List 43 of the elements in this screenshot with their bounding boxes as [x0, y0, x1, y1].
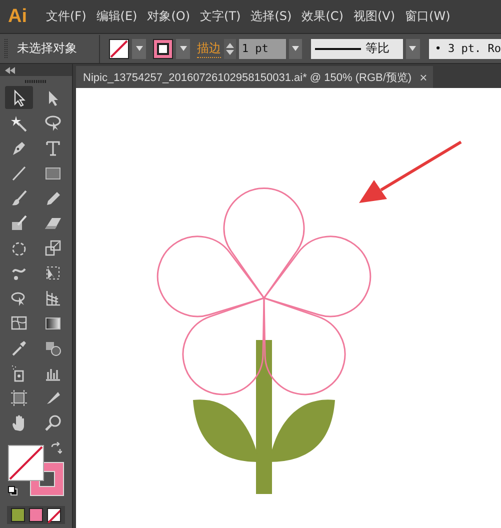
selection-status: 未选择对象 [16, 40, 78, 57]
eyedropper-icon [10, 338, 28, 356]
document-tab[interactable]: Nipic_13754257_20160726102958150031.ai* @ 150% (RGB/预览) × [76, 66, 434, 88]
color-mode-button[interactable] [11, 508, 25, 522]
search-icon [44, 414, 62, 432]
swap-icon[interactable] [50, 442, 62, 454]
type-icon [44, 138, 62, 156]
grip-icon [4, 38, 8, 58]
grip-icon [25, 80, 47, 83]
fill-box[interactable] [8, 445, 44, 481]
selection-tool[interactable] [5, 86, 33, 109]
collapse-icon[interactable] [5, 66, 15, 74]
blob-brush-icon [10, 214, 28, 232]
fill-swatch[interactable] [109, 38, 130, 58]
paintbrush-icon [10, 188, 28, 206]
stroke-swatch[interactable] [153, 38, 174, 58]
lasso-icon [44, 114, 62, 132]
menu-item[interactable]: 视图(V) [348, 8, 400, 25]
menu-item[interactable]: 文件(F) [41, 8, 92, 25]
menu-item[interactable]: 窗口(W) [400, 8, 456, 25]
free-transform-icon [44, 264, 62, 282]
weight-stepper[interactable] [224, 38, 236, 58]
menu-item[interactable]: 对象(O) [142, 8, 196, 25]
default-colors-icon[interactable] [8, 486, 18, 496]
none-mode-button[interactable] [47, 508, 61, 522]
close-button[interactable]: × [420, 70, 428, 84]
stroke-link[interactable]: 描边 [197, 40, 222, 58]
mesh-icon [10, 314, 28, 332]
scale-icon [44, 238, 62, 256]
line-style-icon [315, 46, 362, 50]
line-icon [10, 164, 28, 182]
artboard-icon [10, 388, 28, 406]
menu-item[interactable]: 编辑(E) [91, 8, 142, 25]
menu-item[interactable]: 选择(S) [246, 8, 297, 25]
document-title: Nipic_13754257_20160726102958150031.ai* @ 150% (RGB/预览) [83, 70, 412, 84]
profile-dropdown[interactable]: 等比 [311, 38, 403, 58]
brush-dropdown[interactable]: • 3 pt. Ro [428, 38, 501, 58]
app-logo: Ai [8, 6, 27, 28]
menu-item[interactable]: 效果(C) [296, 8, 348, 25]
stroke-weight-field[interactable]: 1 pt [238, 38, 286, 58]
gradient-mode-button[interactable] [29, 508, 43, 522]
menu-item[interactable]: 文字(T) [195, 8, 246, 25]
perspective-grid-icon [44, 288, 62, 306]
